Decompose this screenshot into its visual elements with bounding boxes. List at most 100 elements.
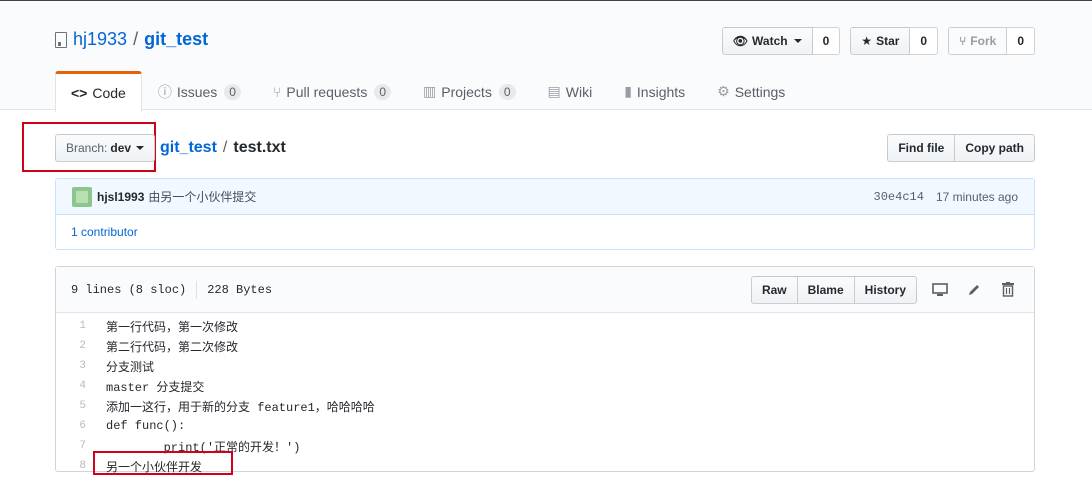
repo-name-link[interactable]: git_test	[144, 29, 208, 50]
graph-icon: ▮	[624, 83, 632, 99]
line-text: 第二行代码，第二次修改	[106, 340, 239, 355]
branch-select-button[interactable]: Branch: dev	[55, 134, 156, 162]
tab-projects-label: Projects	[441, 83, 492, 100]
code-line: 6 def func():	[56, 416, 1034, 436]
find-file-button[interactable]: Find file	[887, 134, 956, 162]
blame-button[interactable]: Blame	[796, 275, 855, 304]
tab-insights-label: Insights	[636, 83, 686, 100]
avatar[interactable]	[72, 186, 92, 207]
commit-author-link[interactable]: hjsl1993	[97, 190, 144, 204]
eye-icon: 👁	[732, 34, 749, 48]
contributors-link[interactable]: 1 contributor	[71, 225, 138, 239]
repo-owner-link[interactable]: hj1933	[73, 29, 127, 50]
line-number[interactable]: 7	[56, 440, 96, 452]
latest-commit-bar: hjsl1993 由另一个小伙伴提交 30e4c14 17 minutes ag…	[56, 179, 1034, 215]
contributors-bar: 1 contributor	[56, 215, 1034, 249]
line-number[interactable]: 6	[56, 420, 96, 432]
watch-button[interactable]: 👁 Watch	[721, 27, 813, 55]
issue-icon: ⓘ	[157, 83, 172, 100]
commit-message-link[interactable]: 由另一个小伙伴提交	[148, 188, 256, 205]
star-icon: ★	[861, 34, 873, 48]
star-button[interactable]: ★ Star	[850, 27, 911, 55]
line-number[interactable]: 1	[56, 320, 96, 332]
watch-count[interactable]: 0	[812, 27, 841, 55]
fork-group: ⑂ Fork 0	[948, 27, 1035, 55]
line-text: def func():	[106, 419, 186, 433]
line-number[interactable]: 4	[56, 380, 96, 392]
file-viewer: 9 lines (8 sloc) 228 Bytes Raw Blame His…	[55, 266, 1035, 475]
code-line: 2 第二行代码，第二次修改	[56, 336, 1034, 356]
file-actions: Raw Blame History	[750, 275, 1019, 304]
tab-issues-label: Issues	[176, 83, 218, 100]
project-icon: ▥	[423, 83, 437, 99]
line-annotation-box	[93, 451, 233, 475]
code-line: 4 master 分支提交	[56, 376, 1034, 396]
breadcrumb: git_test / test.txt	[160, 139, 286, 157]
tab-pull-requests[interactable]: ⑂ Pull requests 0	[257, 71, 407, 111]
branch-label: Branch:	[66, 141, 108, 155]
raw-button[interactable]: Raw	[750, 275, 798, 304]
code-line: 3 分支测试	[56, 356, 1034, 376]
repo-icon	[55, 31, 67, 48]
copy-path-button[interactable]: Copy path	[955, 134, 1035, 162]
line-number[interactable]: 8	[56, 460, 96, 472]
code-line: 1 第一行代码，第一次修改	[56, 316, 1034, 336]
breadcrumb-root-link[interactable]: git_test	[160, 139, 217, 157]
file-lines-info: 9 lines (8 sloc)	[71, 282, 187, 297]
watch-label: Watch	[752, 34, 788, 48]
tab-projects[interactable]: ▥ Projects 0	[407, 71, 532, 111]
branch-value: dev	[110, 141, 132, 155]
repo-title: hj1933 / git_test	[55, 29, 208, 50]
star-label: Star	[876, 34, 900, 48]
projects-counter: 0	[498, 83, 516, 100]
pencil-icon[interactable]	[963, 279, 985, 301]
file-header: 9 lines (8 sloc) 228 Bytes Raw Blame His…	[56, 267, 1034, 313]
issues-counter: 0	[224, 83, 241, 100]
caret-down-icon	[136, 146, 145, 150]
line-number[interactable]: 3	[56, 360, 96, 372]
commit-tease: hjsl1993 由另一个小伙伴提交 30e4c14 17 minutes ag…	[55, 178, 1035, 250]
commit-time: 17 minutes ago	[935, 189, 1018, 204]
tab-code[interactable]: <> Code	[55, 71, 142, 112]
book-icon: ▤	[547, 83, 561, 99]
repo-nav: <> Code ⓘ Issues 0 ⑂ Pull requests 0 ▥ P…	[55, 71, 801, 112]
tab-settings-label: Settings	[734, 83, 786, 100]
file-navigation-buttons: Find file Copy path	[887, 134, 1035, 162]
fork-icon: ⑂	[959, 34, 967, 48]
fork-button[interactable]: ⑂ Fork	[948, 27, 1008, 55]
tab-issues[interactable]: ⓘ Issues 0	[142, 71, 257, 111]
desktop-icon[interactable]	[929, 279, 951, 301]
file-info-divider	[196, 280, 198, 299]
trash-icon[interactable]	[997, 279, 1019, 301]
watch-group: 👁 Watch 0	[721, 27, 841, 55]
star-group: ★ Star 0	[850, 27, 939, 55]
code-line: 5 添加一这行，用于新的分支 feature1，哈哈哈哈	[56, 396, 1034, 416]
star-count[interactable]: 0	[910, 27, 939, 55]
line-number[interactable]: 2	[56, 340, 96, 352]
tab-code-label: Code	[92, 85, 126, 101]
repo-title-separator: /	[133, 29, 139, 49]
tab-wiki[interactable]: ▤ Wiki	[532, 71, 609, 111]
file-info: 9 lines (8 sloc) 228 Bytes	[71, 280, 272, 299]
line-text: 第一行代码，第一次修改	[106, 320, 239, 335]
line-text: 添加一这行，用于新的分支 feature1，哈哈哈哈	[106, 400, 375, 415]
pull-request-icon: ⑂	[272, 83, 282, 100]
tab-pull-requests-label: Pull requests	[286, 83, 368, 100]
tab-wiki-label: Wiki	[565, 83, 593, 100]
tab-insights[interactable]: ▮ Insights	[608, 71, 701, 111]
caret-down-icon	[793, 39, 802, 43]
history-button[interactable]: History	[853, 275, 917, 304]
breadcrumb-separator: /	[222, 139, 228, 156]
line-text: master 分支提交	[106, 380, 205, 395]
fork-count[interactable]: 0	[1007, 27, 1035, 55]
fork-label: Fork	[970, 34, 997, 48]
commit-sha-link[interactable]: 30e4c14	[874, 190, 924, 204]
commit-meta: 30e4c14 17 minutes ago	[874, 190, 1018, 204]
breadcrumb-file: test.txt	[233, 139, 286, 156]
tab-settings[interactable]: ⚙ Settings	[701, 71, 801, 111]
file-button-group: Raw Blame History	[750, 275, 917, 304]
code-icon: <>	[71, 85, 88, 101]
line-number[interactable]: 5	[56, 400, 96, 412]
repo-header: hj1933 / git_test 👁 Watch 0 ★ Star 0 ⑂ F…	[0, 0, 1092, 112]
pull-requests-counter: 0	[374, 83, 392, 100]
